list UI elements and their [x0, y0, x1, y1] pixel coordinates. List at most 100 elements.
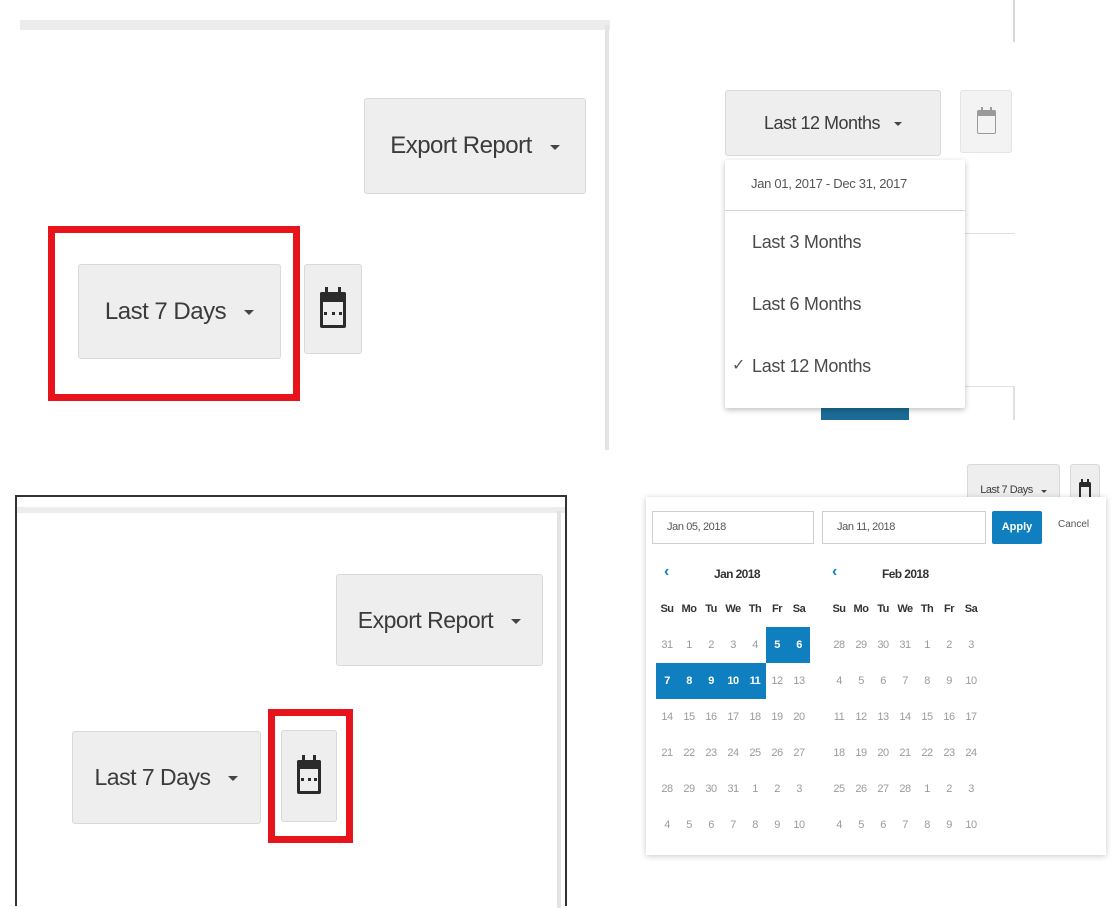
calendar-day[interactable]: 23 [700, 735, 722, 771]
calendar-day[interactable]: 1 [916, 771, 938, 807]
menu-option-last-3-months[interactable]: Last 3 Months [725, 211, 965, 273]
calendar-day[interactable]: 4 [744, 627, 766, 663]
calendar-day[interactable]: 28 [828, 627, 850, 663]
calendar-day[interactable]: 1 [678, 627, 700, 663]
calendar-day[interactable]: 10 [788, 807, 810, 843]
calendar-day[interactable]: 2 [766, 771, 788, 807]
calendar-day[interactable]: 6 [788, 627, 810, 663]
calendar-day[interactable]: 28 [894, 771, 916, 807]
calendar-day[interactable]: 5 [850, 807, 872, 843]
calendar-button[interactable] [304, 264, 362, 354]
calendar-day[interactable]: 15 [678, 699, 700, 735]
export-report-button[interactable]: Export Report [336, 574, 543, 666]
calendar-day[interactable]: 29 [678, 771, 700, 807]
calendar-day[interactable]: 27 [872, 771, 894, 807]
calendar-day[interactable]: 5 [766, 627, 788, 663]
calendar-day[interactable]: 2 [938, 771, 960, 807]
apply-button[interactable]: Apply [992, 511, 1042, 544]
calendar-day[interactable]: 7 [894, 663, 916, 699]
end-date-input[interactable]: Jan 11, 2018 [822, 511, 986, 544]
calendar-day[interactable]: 4 [828, 663, 850, 699]
calendar-day[interactable]: 20 [872, 735, 894, 771]
calendar-day[interactable]: 8 [916, 663, 938, 699]
export-report-button[interactable]: Export Report [364, 98, 586, 194]
calendar-day[interactable]: 13 [788, 663, 810, 699]
calendar-day[interactable]: 9 [938, 807, 960, 843]
calendar-day[interactable]: 22 [916, 735, 938, 771]
prev-month-icon[interactable]: ‹ [664, 563, 669, 581]
calendar-day[interactable]: 19 [850, 735, 872, 771]
calendar-day[interactable]: 3 [788, 771, 810, 807]
cancel-button[interactable]: Cancel [1058, 519, 1089, 530]
calendar-day[interactable]: 31 [722, 771, 744, 807]
calendar-day[interactable]: 3 [960, 627, 982, 663]
calendar-day[interactable]: 13 [872, 699, 894, 735]
calendar-day[interactable]: 6 [872, 663, 894, 699]
date-range-dropdown[interactable]: Last 7 Days [72, 731, 261, 824]
calendar-day[interactable]: 17 [722, 699, 744, 735]
calendar-day[interactable]: 28 [656, 771, 678, 807]
date-range-dropdown[interactable]: Last 7 Days [78, 264, 281, 359]
calendar-day[interactable]: 17 [960, 699, 982, 735]
menu-option-last-12-months[interactable]: ✓ Last 12 Months [725, 335, 965, 397]
calendar-day[interactable]: 7 [722, 807, 744, 843]
calendar-day[interactable]: 18 [828, 735, 850, 771]
calendar-day[interactable]: 4 [828, 807, 850, 843]
calendar-day[interactable]: 31 [894, 627, 916, 663]
calendar-day[interactable]: 25 [828, 771, 850, 807]
calendar-day[interactable]: 25 [744, 735, 766, 771]
calendar-day[interactable]: 11 [744, 663, 766, 699]
calendar-day[interactable]: 3 [960, 771, 982, 807]
calendar-day[interactable]: 15 [916, 699, 938, 735]
calendar-day[interactable]: 11 [828, 699, 850, 735]
calendar-day[interactable]: 10 [960, 807, 982, 843]
calendar-day[interactable]: 31 [656, 627, 678, 663]
calendar-day[interactable]: 19 [766, 699, 788, 735]
calendar-day[interactable]: 8 [916, 807, 938, 843]
calendar-day[interactable]: 9 [766, 807, 788, 843]
calendar-day[interactable]: 20 [788, 699, 810, 735]
calendar-day[interactable]: 2 [700, 627, 722, 663]
start-date-input[interactable]: Jan 05, 2018 [652, 511, 814, 544]
calendar-day[interactable]: 7 [894, 807, 916, 843]
calendar-day[interactable]: 10 [722, 663, 744, 699]
calendar-day[interactable]: 26 [766, 735, 788, 771]
calendar-day[interactable]: 5 [678, 807, 700, 843]
calendar-day[interactable]: 10 [960, 663, 982, 699]
calendar-day[interactable]: 6 [872, 807, 894, 843]
calendar-button[interactable] [960, 90, 1012, 153]
calendar-day[interactable]: 12 [850, 699, 872, 735]
calendar-day[interactable]: 16 [938, 699, 960, 735]
calendar-day[interactable]: 9 [938, 663, 960, 699]
calendar-day[interactable]: 26 [850, 771, 872, 807]
calendar-day[interactable]: 4 [656, 807, 678, 843]
next-month-icon[interactable]: ‹ [832, 563, 837, 581]
calendar-day[interactable]: 14 [656, 699, 678, 735]
calendar-day[interactable]: 27 [788, 735, 810, 771]
calendar-day[interactable]: 18 [744, 699, 766, 735]
calendar-day[interactable]: 9 [700, 663, 722, 699]
calendar-button[interactable] [281, 730, 337, 822]
calendar-day[interactable]: 1 [916, 627, 938, 663]
menu-option-last-6-months[interactable]: Last 6 Months [725, 273, 965, 335]
calendar-day[interactable]: 22 [678, 735, 700, 771]
calendar-day[interactable]: 6 [700, 807, 722, 843]
calendar-day[interactable]: 23 [938, 735, 960, 771]
calendar-day[interactable]: 24 [960, 735, 982, 771]
calendar-day[interactable]: 1 [744, 771, 766, 807]
calendar-day[interactable]: 2 [938, 627, 960, 663]
date-range-dropdown[interactable]: Last 12 Months [725, 90, 941, 156]
calendar-day[interactable]: 24 [722, 735, 744, 771]
calendar-day[interactable]: 21 [894, 735, 916, 771]
calendar-day[interactable]: 30 [872, 627, 894, 663]
calendar-day[interactable]: 5 [850, 663, 872, 699]
calendar-day[interactable]: 8 [744, 807, 766, 843]
calendar-day[interactable]: 30 [700, 771, 722, 807]
calendar-day[interactable]: 14 [894, 699, 916, 735]
calendar-day[interactable]: 16 [700, 699, 722, 735]
calendar-day[interactable]: 12 [766, 663, 788, 699]
calendar-day[interactable]: 7 [656, 663, 678, 699]
calendar-day[interactable]: 29 [850, 627, 872, 663]
calendar-day[interactable]: 21 [656, 735, 678, 771]
calendar-day[interactable]: 8 [678, 663, 700, 699]
